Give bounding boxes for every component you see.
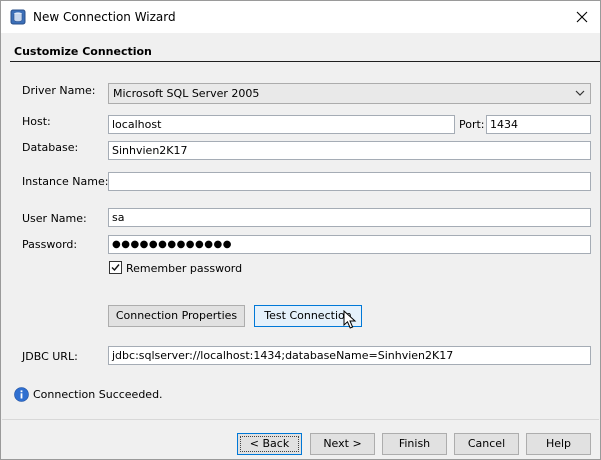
- section-title: Customize Connection: [14, 45, 152, 58]
- host-input[interactable]: localhost: [108, 115, 455, 134]
- chevron-down-icon: [575, 90, 585, 96]
- mouse-pointer-icon: [343, 310, 357, 329]
- status-message: Connection Succeeded.: [33, 388, 163, 401]
- checkmark-icon: [111, 264, 120, 272]
- user-name-input[interactable]: sa: [108, 208, 591, 227]
- driver-name-select[interactable]: Microsoft SQL Server 2005: [108, 83, 591, 104]
- driver-name-value: Microsoft SQL Server 2005: [113, 87, 260, 100]
- port-label: Port:: [459, 118, 485, 131]
- close-button[interactable]: [564, 1, 600, 33]
- database-icon: [10, 9, 26, 25]
- cancel-button[interactable]: Cancel: [454, 433, 519, 455]
- close-icon: [576, 11, 588, 23]
- database-label: Database:: [22, 141, 79, 154]
- title-bar[interactable]: New Connection Wizard: [1, 1, 600, 33]
- remember-password-label[interactable]: Remember password: [126, 262, 242, 275]
- test-connection-label: Test Connection: [264, 309, 352, 322]
- section-header: Customize Connection: [2, 33, 599, 63]
- focus-ring: [240, 436, 299, 452]
- remember-password-checkbox[interactable]: [109, 261, 122, 274]
- password-input[interactable]: ●●●●●●●●●●●●●: [108, 235, 591, 254]
- next-button[interactable]: Next >: [310, 433, 375, 455]
- database-input[interactable]: Sinhvien2K17: [108, 141, 591, 160]
- help-button[interactable]: Help: [526, 433, 591, 455]
- back-button[interactable]: < Back: [237, 433, 302, 455]
- connection-properties-button[interactable]: Connection Properties: [108, 305, 245, 327]
- jdbc-url-input[interactable]: jdbc:sqlserver://localhost:1434;database…: [108, 346, 591, 365]
- instance-name-label: Instance Name:: [22, 175, 109, 188]
- section-divider: [10, 61, 600, 62]
- user-name-label: User Name:: [22, 212, 87, 225]
- window-title: New Connection Wizard: [33, 10, 176, 24]
- info-icon: [14, 387, 29, 402]
- wizard-window: New Connection Wizard Customize Connecti…: [0, 0, 601, 460]
- footer-divider: [2, 419, 599, 420]
- instance-name-input[interactable]: [108, 172, 591, 191]
- jdbc-url-label: JDBC URL:: [22, 350, 78, 363]
- driver-name-label: Driver Name:: [22, 84, 96, 97]
- finish-button[interactable]: Finish: [382, 433, 447, 455]
- host-label: Host:: [22, 115, 51, 128]
- port-input[interactable]: 1434: [486, 115, 591, 134]
- password-label: Password:: [22, 238, 78, 251]
